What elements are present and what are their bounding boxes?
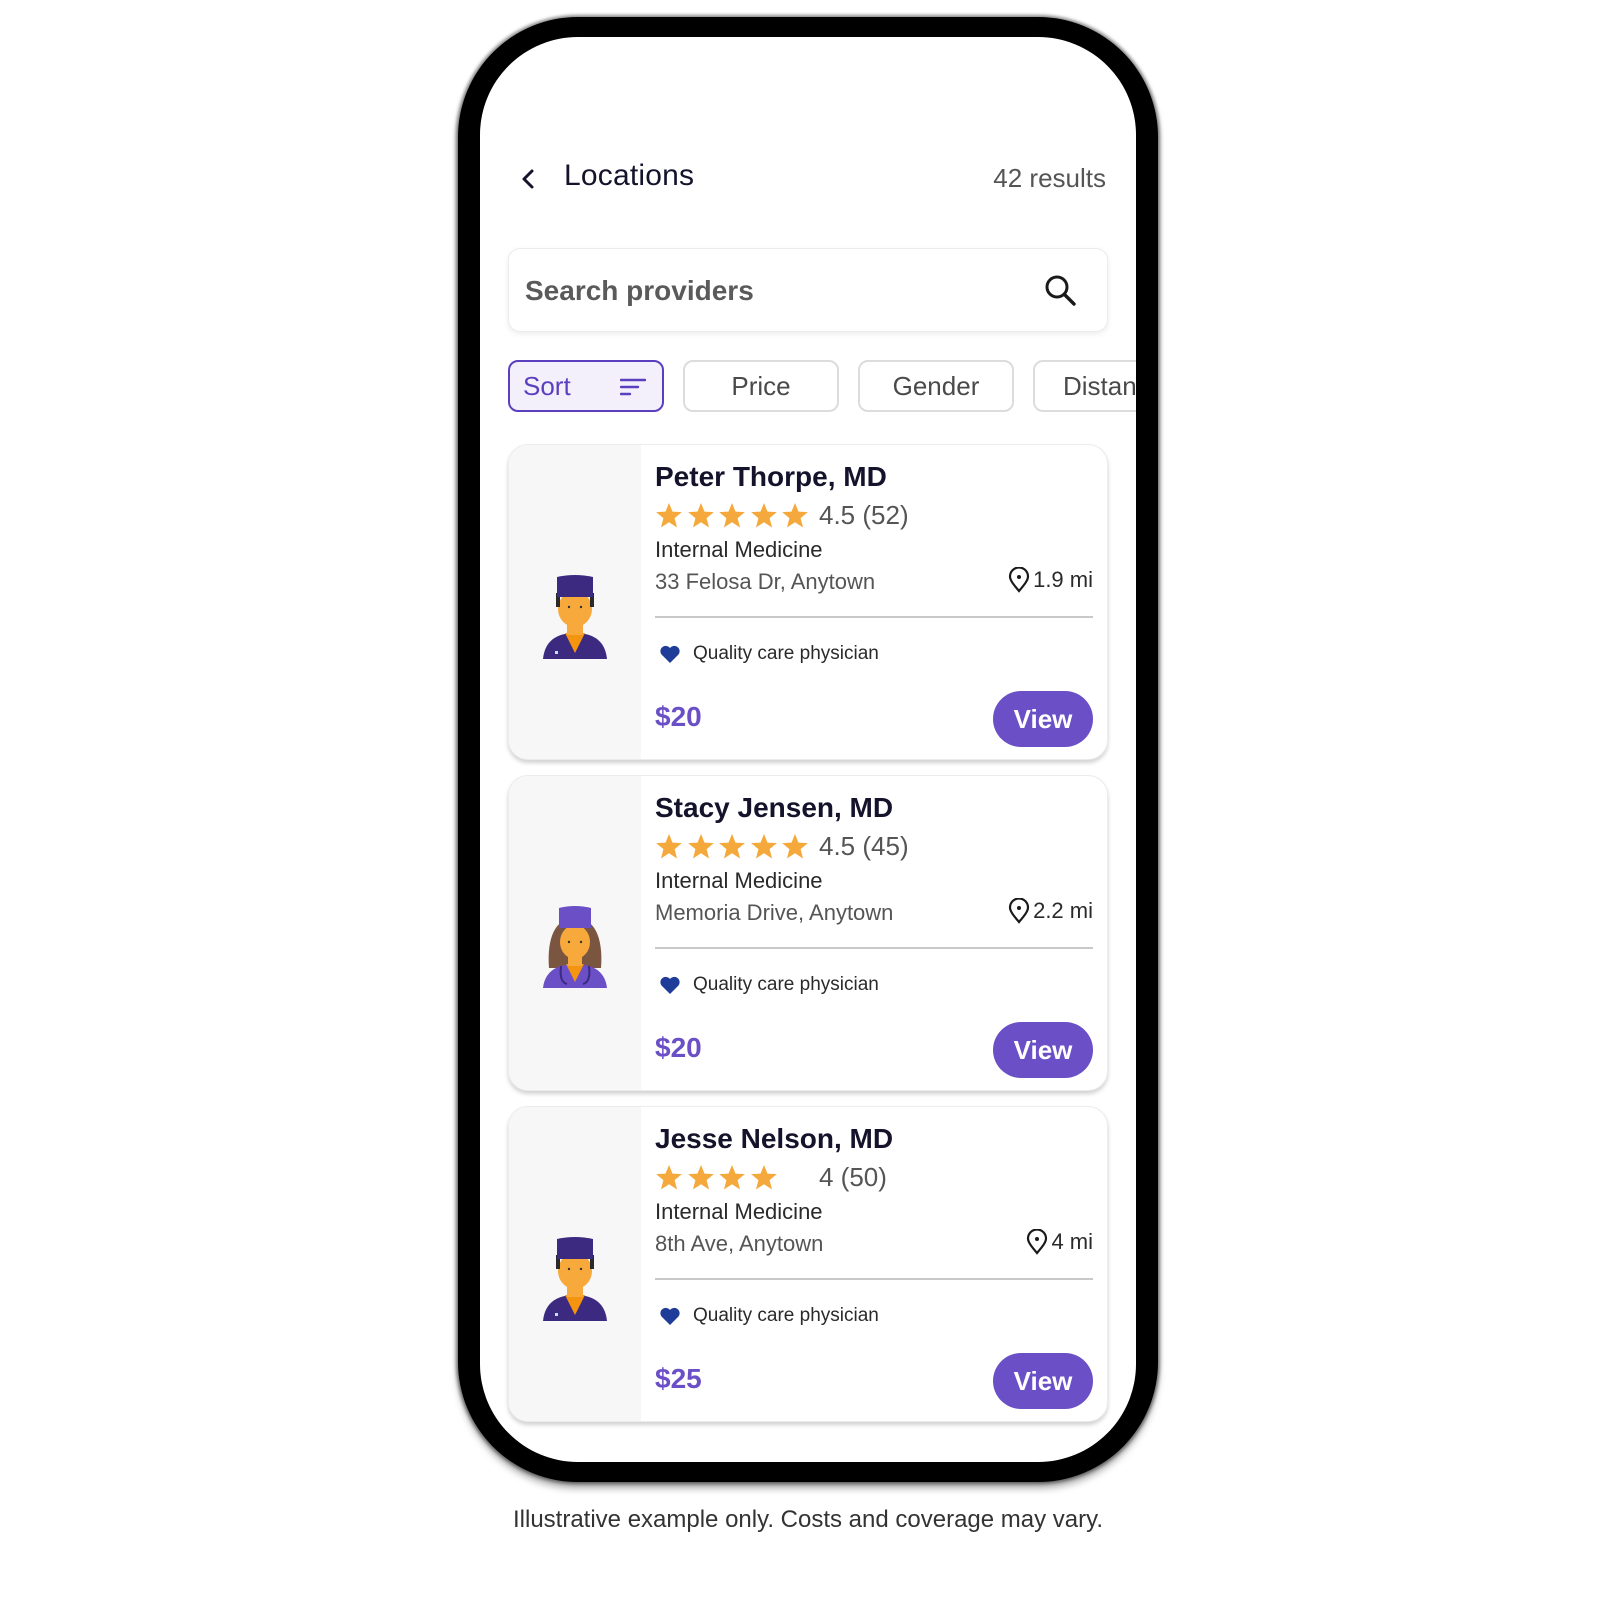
disclaimer: Illustrative example only. Costs and cov…	[512, 1506, 1104, 1533]
star-icon	[782, 503, 808, 528]
star-icon	[687, 1165, 714, 1190]
rating-text: 4 (50)	[819, 1162, 887, 1192]
provider-card[interactable]: Jesse Nelson, MD 4 (50) Internal Medicin…	[508, 1106, 1108, 1422]
filter-label: Distan	[1063, 371, 1136, 401]
search-icon[interactable]	[1043, 273, 1077, 307]
price: $20	[655, 701, 702, 732]
star-icon	[750, 1165, 777, 1190]
back-button[interactable]	[514, 163, 542, 195]
heart-icon	[660, 1307, 680, 1325]
phone-screen: Locations 42 results Sort Price	[480, 37, 1136, 1462]
search-bar	[508, 248, 1108, 333]
quality-badge: Quality care physician	[659, 974, 879, 996]
distance-value: 4 mi	[1051, 1229, 1093, 1254]
view-button[interactable]: View	[993, 1353, 1093, 1409]
divider	[655, 1278, 1093, 1280]
rating-text: 4.5 (45)	[819, 831, 909, 861]
page-title: Locations	[564, 159, 695, 192]
star-icon	[719, 1165, 745, 1190]
address: 33 Felosa Dr, Anytown	[655, 569, 876, 594]
header: Locations 42 results	[480, 155, 1136, 205]
price: $25	[655, 1363, 702, 1394]
quality-label: Quality care physician	[693, 643, 879, 664]
rating-text: 4.5 (52)	[819, 500, 909, 530]
filter-chips: Sort Price Gender Distan	[508, 360, 1136, 416]
star-icon	[782, 834, 808, 859]
provider-name[interactable]: Peter Thorpe, MD	[655, 461, 887, 493]
star-icon	[656, 834, 682, 859]
distance: 4 mi	[1026, 1229, 1093, 1255]
specialty: Internal Medicine	[655, 1199, 823, 1224]
female-doctor-avatar	[543, 906, 607, 988]
distance: 1.9 mi	[1008, 567, 1093, 593]
distance-value: 2.2 mi	[1033, 898, 1093, 923]
address: Memoria Drive, Anytown	[655, 900, 894, 925]
filter-label: Sort	[523, 371, 571, 401]
divider	[655, 947, 1093, 949]
star-icon	[719, 503, 745, 528]
results-count: 42 results	[993, 163, 1106, 193]
heart-icon	[660, 645, 680, 663]
specialty: Internal Medicine	[655, 868, 823, 893]
chevron-left-icon	[522, 169, 534, 189]
address: 8th Ave, Anytown	[655, 1231, 824, 1256]
quality-label: Quality care physician	[693, 1305, 879, 1326]
filter-label: Price	[731, 371, 791, 401]
sort-icon	[620, 378, 646, 396]
specialty: Internal Medicine	[655, 537, 823, 562]
heart-icon	[660, 976, 680, 994]
star-icon	[719, 834, 745, 859]
filter-sort[interactable]: Sort	[508, 360, 664, 412]
star-icon	[750, 834, 777, 859]
filter-label: Gender	[892, 371, 980, 401]
view-button[interactable]: View	[993, 691, 1093, 747]
provider-name[interactable]: Stacy Jensen, MD	[655, 792, 893, 824]
star-icon	[687, 503, 714, 528]
search-input[interactable]	[523, 249, 1027, 333]
quality-badge: Quality care physician	[659, 643, 879, 665]
location-pin-icon	[1027, 1229, 1048, 1255]
view-button[interactable]: View	[993, 1022, 1093, 1078]
star-rating	[655, 1162, 815, 1192]
quality-badge: Quality care physician	[659, 1305, 879, 1327]
filter-distance[interactable]: Distan	[1033, 360, 1136, 412]
male-doctor-avatar	[543, 575, 607, 659]
provider-name[interactable]: Jesse Nelson, MD	[655, 1123, 893, 1155]
filter-gender[interactable]: Gender	[858, 360, 1014, 412]
location-pin-icon	[1008, 898, 1030, 924]
phone-frame: Locations 42 results Sort Price	[458, 17, 1158, 1482]
distance: 2.2 mi	[1008, 898, 1093, 924]
male-doctor-avatar	[543, 1237, 607, 1321]
provider-card[interactable]: Peter Thorpe, MD 4.5 (52) Internal Medic…	[508, 444, 1108, 760]
star-icon	[656, 503, 682, 528]
star-icon	[656, 1165, 682, 1190]
filter-price[interactable]: Price	[683, 360, 839, 412]
star-rating	[655, 500, 815, 530]
quality-label: Quality care physician	[693, 974, 879, 995]
location-pin-icon	[1008, 567, 1030, 593]
avatar-panel	[509, 776, 641, 1090]
star-icon	[750, 503, 777, 528]
provider-card[interactable]: Stacy Jensen, MD 4.5 (45) Internal Medic…	[508, 775, 1108, 1091]
star-rating	[655, 831, 815, 861]
avatar-panel	[509, 445, 641, 759]
divider	[655, 616, 1093, 618]
avatar-panel	[509, 1107, 641, 1421]
star-icon	[687, 834, 714, 859]
price: $20	[655, 1032, 702, 1063]
distance-value: 1.9 mi	[1033, 567, 1093, 592]
